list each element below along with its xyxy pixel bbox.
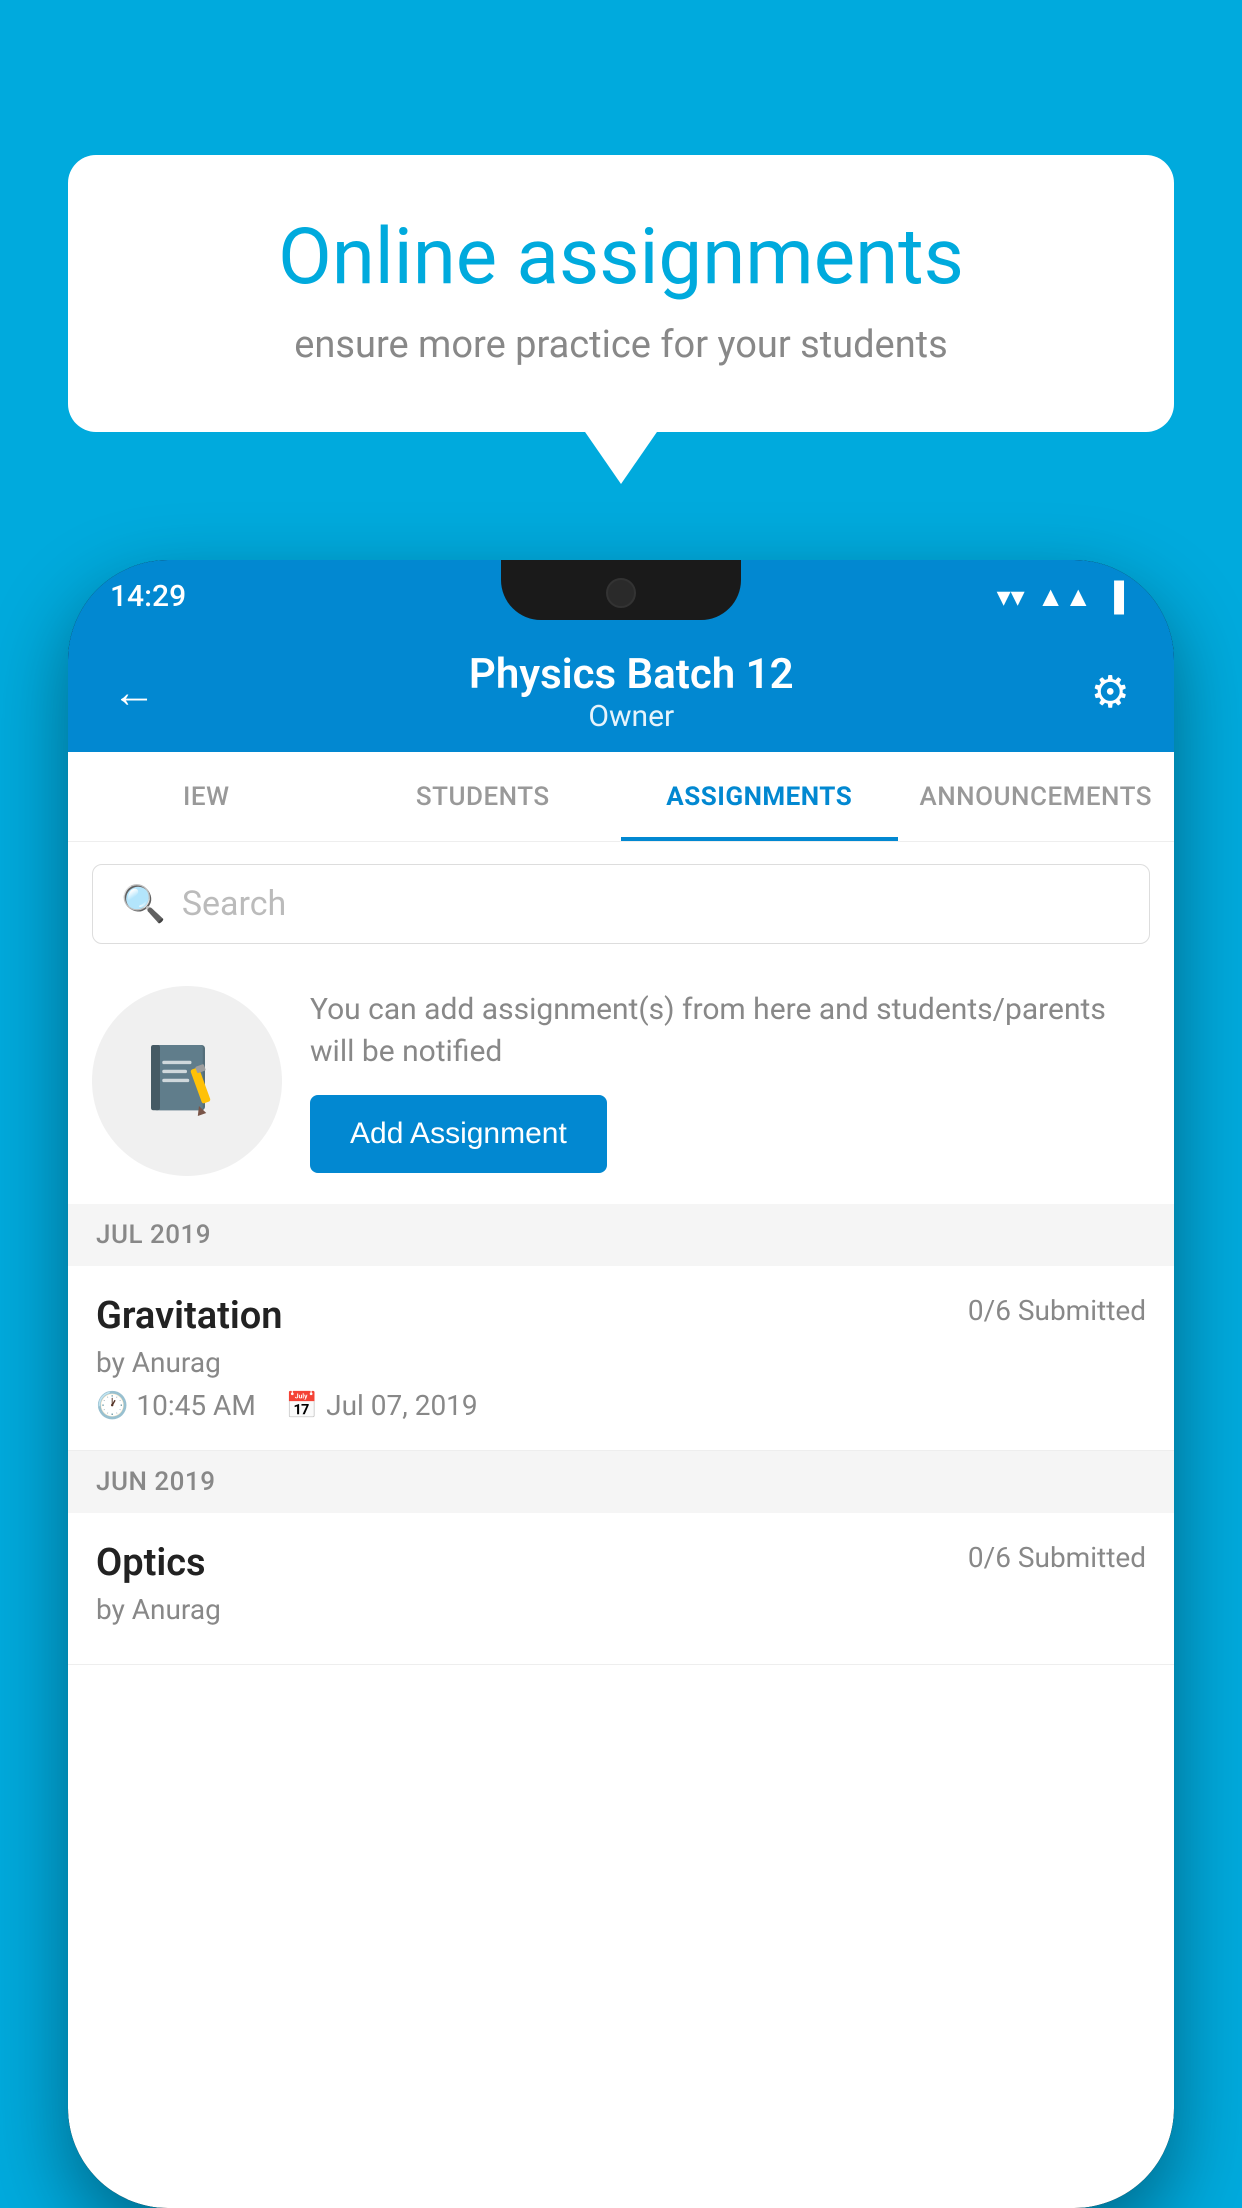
phone-content: 🔍 Search [68, 842, 1174, 2208]
header-title: Physics Batch 12 [172, 650, 1091, 699]
notebook-icon [142, 1036, 232, 1126]
assignment-submitted-optics: 0/6 Submitted [968, 1541, 1146, 1574]
add-assignment-button[interactable]: Add Assignment [310, 1095, 607, 1173]
section-header-jul: JUL 2019 [68, 1204, 1174, 1266]
clock-icon: 🕐 [96, 1391, 128, 1421]
tab-announcements[interactable]: ANNOUNCEMENTS [898, 752, 1175, 841]
assignment-top-optics: Optics 0/6 Submitted [96, 1541, 1146, 1585]
assignment-icon-circle [92, 986, 282, 1176]
tab-overview[interactable]: IEW [68, 752, 345, 841]
assignment-by: by Anurag [96, 1346, 1146, 1379]
section-header-jun: JUN 2019 [68, 1451, 1174, 1513]
tab-assignments[interactable]: ASSIGNMENTS [621, 752, 898, 841]
assignment-submitted: 0/6 Submitted [968, 1294, 1146, 1327]
phone-camera [606, 578, 636, 608]
tab-students[interactable]: STUDENTS [345, 752, 622, 841]
status-time: 14:29 [110, 579, 186, 614]
assignment-item-optics[interactable]: Optics 0/6 Submitted by Anurag [68, 1513, 1174, 1665]
phone-notch [501, 560, 741, 620]
info-description: You can add assignment(s) from here and … [310, 989, 1150, 1073]
assignment-name-optics: Optics [96, 1541, 206, 1585]
speech-bubble-title: Online assignments [138, 215, 1104, 301]
info-text-area: You can add assignment(s) from here and … [310, 989, 1150, 1173]
meta-date: 📅 Jul 07, 2019 [286, 1389, 478, 1422]
tab-bar: IEW STUDENTS ASSIGNMENTS ANNOUNCEMENTS [68, 752, 1174, 842]
signal-icon: ▲▲ [1037, 580, 1092, 613]
phone-frame: 14:29 ▾▾ ▲▲ ▐ ← Physics Batch 12 Owner ⚙… [68, 560, 1174, 2208]
assignment-top: Gravitation 0/6 Submitted [96, 1294, 1146, 1338]
header-subtitle: Owner [172, 699, 1091, 734]
app-header: ← Physics Batch 12 Owner ⚙ [68, 632, 1174, 752]
assignment-item-gravitation[interactable]: Gravitation 0/6 Submitted by Anurag 🕐 10… [68, 1266, 1174, 1451]
assignment-date: Jul 07, 2019 [326, 1389, 478, 1422]
assignment-by-optics: by Anurag [96, 1593, 1146, 1626]
speech-bubble: Online assignments ensure more practice … [68, 155, 1174, 432]
status-icons: ▾▾ ▲▲ ▐ [997, 580, 1124, 613]
meta-time: 🕐 10:45 AM [96, 1389, 256, 1422]
speech-bubble-container: Online assignments ensure more practice … [68, 155, 1174, 432]
battery-icon: ▐ [1104, 580, 1124, 613]
search-placeholder: Search [182, 884, 286, 924]
calendar-icon: 📅 [286, 1391, 318, 1421]
speech-bubble-subtitle: ensure more practice for your students [138, 323, 1104, 367]
assignment-name: Gravitation [96, 1294, 283, 1338]
assignment-time: 10:45 AM [136, 1389, 255, 1422]
header-center: Physics Batch 12 Owner [172, 650, 1091, 734]
info-section: You can add assignment(s) from here and … [68, 966, 1174, 1204]
search-icon: 🔍 [121, 883, 166, 925]
wifi-icon: ▾▾ [997, 580, 1025, 613]
search-bar[interactable]: 🔍 Search [92, 864, 1150, 944]
back-button[interactable]: ← [112, 666, 172, 718]
assignment-meta: 🕐 10:45 AM 📅 Jul 07, 2019 [96, 1389, 1146, 1422]
settings-button[interactable]: ⚙ [1091, 666, 1130, 718]
phone-screen: 14:29 ▾▾ ▲▲ ▐ ← Physics Batch 12 Owner ⚙… [68, 560, 1174, 2208]
